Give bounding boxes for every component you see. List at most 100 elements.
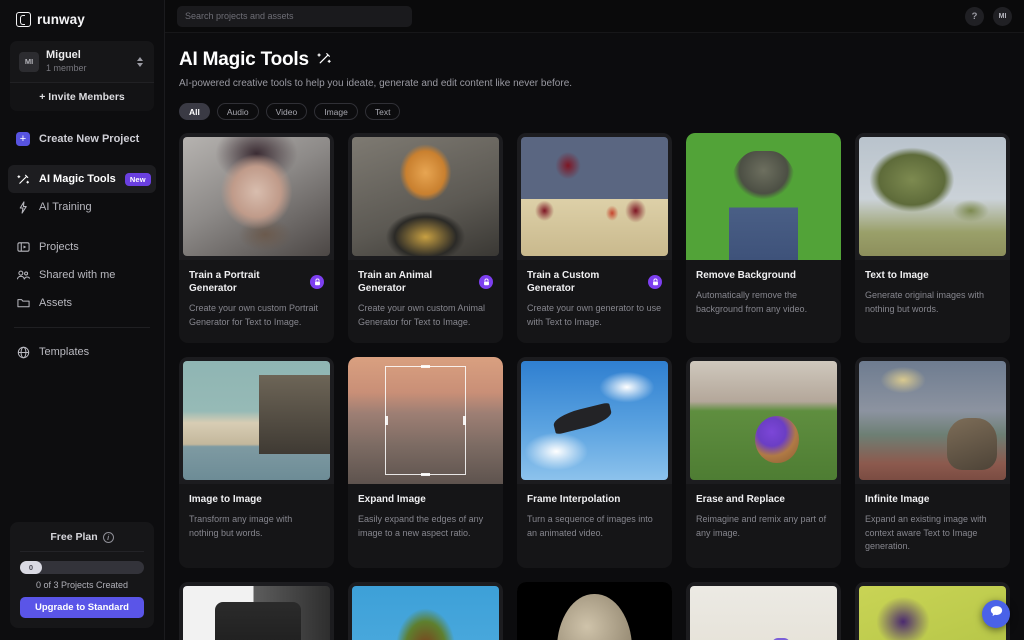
brand-logo[interactable]: runway: [0, 0, 164, 37]
tools-grid: Train a Portrait Generator Create your o…: [179, 133, 1010, 640]
animal-thumbnail: [348, 133, 503, 260]
content-area: AI Magic Tools AI-powered creative tools…: [165, 33, 1024, 640]
folder-icon: [16, 296, 30, 310]
sidebar-item-label: AI Magic Tools: [39, 173, 116, 185]
field-thumbnail: [686, 581, 841, 640]
sidebar-item-label: Create New Project: [39, 133, 140, 145]
tool-card-description: Reimagine and remix any part of any imag…: [696, 514, 827, 538]
new-badge: New: [124, 172, 151, 186]
custom-generator-thumbnail: [517, 133, 672, 260]
page-title-text: AI Magic Tools: [179, 49, 309, 70]
sidebar-item-label: AI Training: [39, 201, 92, 213]
tool-card-description: Create your own custom Animal Generator …: [358, 303, 486, 327]
plan-progress-value: 0: [20, 561, 42, 574]
tool-card-title: Erase and Replace: [696, 494, 785, 505]
plan-progress-bar: 0: [20, 561, 144, 574]
tool-card[interactable]: Train a Custom Generator Create your own…: [517, 133, 672, 343]
lock-icon: [648, 275, 662, 289]
magic-wand-icon: [16, 172, 30, 186]
magic-wand-icon: [317, 51, 332, 70]
upgrade-to-standard-button[interactable]: Upgrade to Standard: [20, 597, 144, 618]
infinite-image-thumbnail: [855, 357, 1010, 484]
info-icon[interactable]: i: [102, 531, 114, 543]
filter-chip-audio[interactable]: Audio: [216, 103, 259, 120]
tool-card[interactable]: Text to Image Generate original images w…: [855, 133, 1010, 343]
lightning-icon: [16, 200, 30, 214]
image-to-image-thumbnail: [179, 357, 334, 484]
sidebar-divider: [14, 327, 150, 328]
tool-card[interactable]: Remove Background Automatically remove t…: [686, 133, 841, 343]
main-panel: Search projects and assets ? MI AI Magic…: [165, 0, 1024, 640]
updown-caret-icon: [134, 56, 146, 67]
sidebar-item-projects[interactable]: Projects: [8, 233, 156, 261]
sidebar: runway MI Miguel 1 member + Invite Membe…: [0, 0, 165, 640]
globe-icon: [16, 345, 30, 359]
workspace-avatar: MI: [19, 51, 39, 72]
sidebar-item-shared-with-me[interactable]: Shared with me: [8, 261, 156, 289]
tool-card[interactable]: [348, 581, 503, 640]
page-title: AI Magic Tools: [179, 49, 1010, 71]
sidebar-item-create-new-project[interactable]: + Create New Project: [8, 125, 156, 153]
erase-and-replace-thumbnail: [686, 357, 841, 484]
sphere-thumbnail: [517, 581, 672, 640]
expand-handles-overlay: [384, 365, 467, 476]
tool-card[interactable]: Train a Portrait Generator Create your o…: [179, 133, 334, 343]
tool-card-description: Automatically remove the background from…: [696, 290, 808, 314]
chat-bubble-icon: [989, 604, 1004, 624]
tool-card[interactable]: [179, 581, 334, 640]
filter-chip-image[interactable]: Image: [314, 103, 358, 120]
plan-projects-count: 0 of 3 Projects Created: [35, 580, 129, 590]
tool-card-description: Expand an existing image with context aw…: [865, 514, 987, 551]
filter-chip-video[interactable]: Video: [265, 103, 308, 120]
plus-square-icon: +: [16, 132, 30, 146]
workspace-info: Miguel 1 member: [46, 49, 127, 74]
tool-card-title: Infinite Image: [865, 494, 930, 505]
tool-card[interactable]: [517, 581, 672, 640]
workspace-switcher[interactable]: MI Miguel 1 member: [10, 41, 154, 82]
tool-card[interactable]: Image to Image Transform any image with …: [179, 357, 334, 568]
sidebar-item-assets[interactable]: Assets: [8, 289, 156, 317]
help-button[interactable]: ?: [965, 6, 984, 26]
tool-card[interactable]: [686, 581, 841, 640]
tool-card-title: Image to Image: [189, 494, 262, 505]
sidebar-item-templates[interactable]: Templates: [8, 338, 156, 366]
text-to-image-thumbnail: [855, 133, 1010, 260]
tool-card-title: Remove Background: [696, 270, 797, 281]
brand-name: runway: [37, 12, 85, 27]
sidebar-item-label: Templates: [39, 346, 90, 358]
lock-icon: [310, 275, 324, 289]
tool-card[interactable]: Erase and Replace Reimagine and remix an…: [686, 357, 841, 568]
tool-card[interactable]: Infinite Image Expand an existing image …: [855, 357, 1010, 568]
search-input[interactable]: Search projects and assets: [177, 5, 412, 27]
app-root: runway MI Miguel 1 member + Invite Membe…: [0, 0, 1024, 640]
portrait-thumbnail: [179, 133, 334, 260]
sidebar-item-ai-training[interactable]: AI Training: [8, 193, 156, 221]
remove-background-thumbnail: [686, 133, 841, 260]
sidebar-item-ai-magic-tools[interactable]: AI Magic Tools New: [8, 165, 156, 193]
sidebar-item-label: Shared with me: [39, 269, 116, 281]
tool-card-title: Train a Portrait Generator: [189, 270, 260, 294]
workspace-name: Miguel: [46, 49, 81, 61]
tool-card-title: Train an Animal Generator: [358, 270, 433, 294]
projects-icon: [16, 240, 30, 254]
tool-card[interactable]: Frame Interpolation Turn a sequence of i…: [517, 357, 672, 568]
workspace-members: 1 member: [46, 63, 87, 73]
tool-card[interactable]: Train an Animal Generator Create your ow…: [348, 133, 503, 343]
runway-logo-icon: [16, 12, 31, 27]
tool-card[interactable]: Expand Image Easily expand the edges of …: [348, 357, 503, 568]
expand-image-thumbnail: [348, 357, 503, 484]
lock-icon: [479, 275, 493, 289]
shared-people-icon: [16, 268, 30, 282]
invite-members-button[interactable]: + Invite Members: [10, 82, 154, 111]
page-subtitle: AI-powered creative tools to help you id…: [179, 78, 573, 89]
chat-support-button[interactable]: [982, 600, 1010, 628]
user-avatar[interactable]: MI: [993, 6, 1012, 26]
tool-card-description: Easily expand the edges of any image to …: [358, 514, 484, 538]
filter-chip-all[interactable]: All: [179, 103, 210, 120]
tool-card-title: Expand Image: [358, 494, 426, 505]
plan-title-row: Free Plan i: [20, 531, 144, 552]
workspace-card: MI Miguel 1 member + Invite Members: [10, 41, 154, 111]
tool-card-description: Transform any image with nothing but wor…: [189, 514, 293, 538]
tool-card-title: Frame Interpolation: [527, 494, 621, 505]
filter-chip-text[interactable]: Text: [364, 103, 401, 120]
